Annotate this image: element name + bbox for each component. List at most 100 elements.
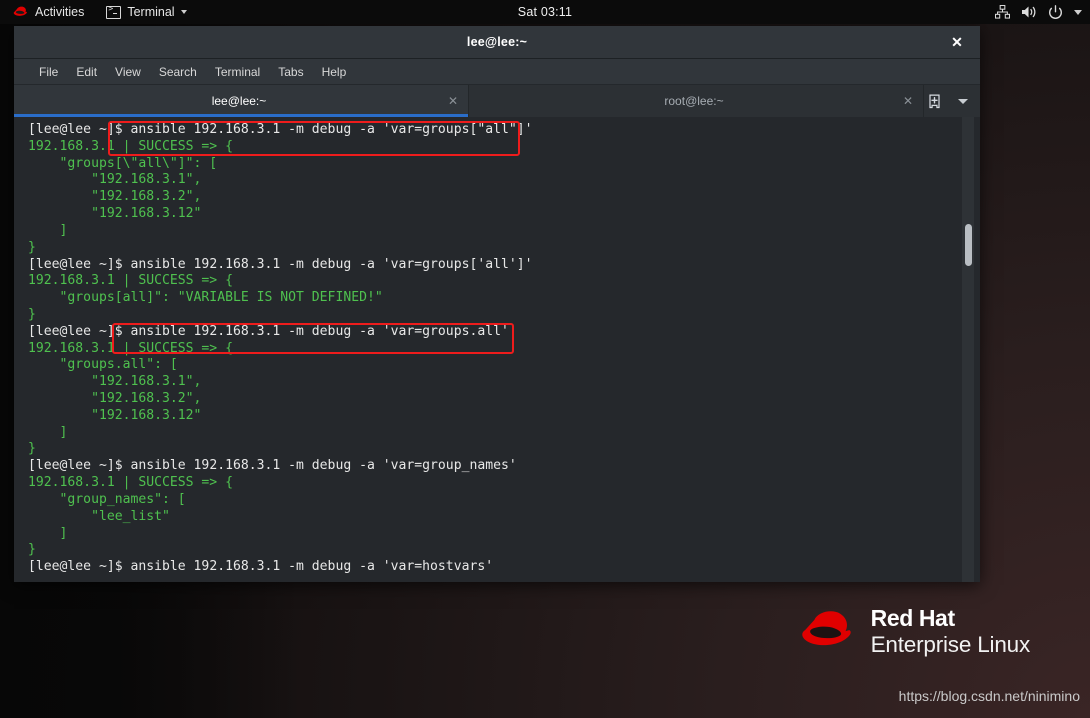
- menu-view[interactable]: View: [106, 62, 150, 82]
- shell-prompt: [lee@lee ~]$: [28, 323, 131, 339]
- volume-icon: [1022, 6, 1036, 18]
- terminal-output-line: "groups[all]": "VARIABLE IS NOT DEFINED!…: [28, 290, 956, 307]
- output-text: }: [28, 306, 36, 322]
- terminal-command-line: [lee@lee ~]$ ansible 192.168.3.1 -m debu…: [28, 458, 956, 475]
- power-icon: [1049, 4, 1062, 19]
- tab-tools: [924, 85, 980, 117]
- chevron-down-icon[interactable]: [958, 98, 968, 104]
- tab-close-icon[interactable]: ✕: [442, 94, 464, 108]
- output-text: "192.168.3.2",: [28, 391, 202, 406]
- app-menu-label: Terminal: [127, 5, 175, 19]
- terminal-window: lee@lee:~ ✕ File Edit View Search Termin…: [14, 26, 980, 582]
- menu-bar: File Edit View Search Terminal Tabs Help: [14, 59, 980, 85]
- terminal-command-line: [lee@lee ~]$ ansible 192.168.3.1 -m debu…: [28, 324, 956, 341]
- window-title: lee@lee:~: [466, 35, 528, 49]
- output-text: ]: [28, 525, 68, 541]
- terminal-output-line: }: [28, 307, 956, 324]
- redhat-logo-icon: [801, 611, 851, 645]
- system-tray[interactable]: [995, 0, 1082, 24]
- terminal-output-line: 192.168.3.1 | SUCCESS => {: [28, 273, 956, 290]
- brand-line-2: Enterprise Linux: [870, 632, 1031, 657]
- terminal-output-line: ]: [28, 425, 956, 442]
- clock[interactable]: Sat 03:11: [485, 5, 605, 19]
- close-icon[interactable]: ✕: [944, 26, 970, 58]
- shell-prompt: [lee@lee ~]$: [28, 122, 131, 137]
- terminal-output-line: 192.168.3.1 | SUCCESS => {: [28, 341, 956, 358]
- terminal-output-line: "192.168.3.1",: [28, 374, 956, 391]
- tab-label: lee@lee:~: [211, 94, 267, 108]
- output-text: }: [28, 239, 36, 255]
- output-text: 192.168.3.1 | SUCCESS => {: [28, 340, 233, 356]
- app-menu-terminal[interactable]: Terminal: [102, 3, 190, 21]
- menu-help[interactable]: Help: [313, 62, 356, 82]
- menu-terminal[interactable]: Terminal: [206, 62, 269, 82]
- activities-button[interactable]: Activities: [9, 3, 88, 21]
- terminal-output-line: ]: [28, 526, 956, 543]
- output-text: "192.168.3.1",: [28, 172, 202, 188]
- tab-root[interactable]: root@lee:~ ✕: [469, 85, 924, 117]
- shell-command: ansible 192.168.3.1 -m debug -a 'var=gro…: [130, 323, 509, 339]
- gnome-top-bar: Activities Terminal Sat 03:11: [0, 0, 1090, 24]
- output-text: }: [28, 441, 36, 457]
- terminal-output-line: }: [28, 441, 956, 458]
- terminal-output-area[interactable]: [lee@lee ~]$ ansible 192.168.3.1 -m debu…: [14, 117, 980, 582]
- output-text: "192.168.3.1",: [28, 374, 202, 390]
- output-text: "192.168.3.12": [28, 206, 202, 222]
- menu-edit[interactable]: Edit: [67, 62, 106, 82]
- terminal-output-line: }: [28, 240, 956, 257]
- output-text: "groups[\"all\"]": [: [28, 155, 218, 171]
- terminal-output-line: "192.168.3.12": [28, 408, 956, 425]
- output-text: "groups.all": [: [28, 357, 178, 373]
- terminal-command-line: [lee@lee ~]$ ansible 192.168.3.1 -m debu…: [28, 122, 956, 139]
- chevron-down-icon: [180, 10, 187, 14]
- tab-bar: lee@lee:~ ✕ root@lee:~ ✕: [14, 85, 980, 117]
- terminal-command-line: [lee@lee ~]$ ansible 192.168.3.1 -m debu…: [28, 257, 956, 274]
- terminal-text: [lee@lee ~]$ ansible 192.168.3.1 -m debu…: [28, 122, 956, 576]
- shell-command: ansible 192.168.3.1 -m debug -a 'var=gro…: [130, 256, 533, 272]
- tab-close-icon[interactable]: ✕: [897, 94, 919, 108]
- terminal-output-line: 192.168.3.1 | SUCCESS => {: [28, 139, 956, 156]
- tab-label: root@lee:~: [664, 94, 724, 108]
- terminal-output-line: "192.168.3.2",: [28, 391, 956, 408]
- output-text: ]: [28, 424, 68, 440]
- terminal-output-line: "192.168.3.12": [28, 206, 956, 223]
- output-text: 192.168.3.1 | SUCCESS => {: [28, 475, 233, 491]
- tab-lee[interactable]: lee@lee:~ ✕: [14, 85, 469, 117]
- terminal-output-line: "group_names": [: [28, 492, 956, 509]
- terminal-output-line: "lee_list": [28, 509, 956, 526]
- menu-file[interactable]: File: [30, 62, 67, 82]
- activities-label: Activities: [35, 5, 85, 19]
- output-text: ]: [28, 222, 68, 238]
- shell-command: ansible 192.168.3.1 -m debug -a 'var=gro…: [130, 122, 533, 137]
- shell-prompt: [lee@lee ~]$: [28, 458, 131, 474]
- terminal-output-line: "groups.all": [: [28, 357, 956, 374]
- terminal-output-line: 192.168.3.1 | SUCCESS => {: [28, 475, 956, 492]
- scrollbar-thumb[interactable]: [964, 224, 972, 266]
- output-text: "lee_list": [28, 508, 170, 524]
- output-text: "192.168.3.2",: [28, 189, 202, 205]
- output-text: 192.168.3.1 | SUCCESS => {: [28, 138, 233, 154]
- terminal-output-line: "192.168.3.2",: [28, 189, 956, 206]
- chevron-down-icon[interactable]: [1074, 9, 1082, 15]
- output-text: "groups[all]": "VARIABLE IS NOT DEFINED!…: [28, 290, 383, 306]
- menu-tabs[interactable]: Tabs: [269, 62, 312, 82]
- watermark-url: https://blog.csdn.net/ninimino: [898, 688, 1080, 704]
- shell-prompt: [lee@lee ~]$: [28, 256, 131, 272]
- redhat-logo-icon: [13, 6, 27, 16]
- terminal-icon: [106, 4, 122, 19]
- terminal-output-line: "192.168.3.1",: [28, 172, 956, 189]
- menu-search[interactable]: Search: [150, 62, 206, 82]
- brand-line-1: Red Hat: [870, 605, 956, 631]
- terminal-scrollbar[interactable]: [962, 117, 974, 582]
- terminal-output-line: }: [28, 542, 956, 559]
- shell-command: ansible 192.168.3.1 -m debug -a 'var=gro…: [130, 458, 517, 474]
- new-tab-icon[interactable]: [927, 94, 942, 109]
- terminal-output-line: ]: [28, 223, 956, 240]
- network-icon: [995, 5, 1010, 19]
- window-titlebar[interactable]: lee@lee:~ ✕: [14, 26, 980, 59]
- shell-command: ansible 192.168.3.1 -m debug -a 'var=hos…: [130, 559, 494, 575]
- terminal-output-line: "groups[\"all\"]": [: [28, 156, 956, 173]
- shell-prompt: [lee@lee ~]$: [28, 559, 131, 575]
- output-text: "group_names": [: [28, 491, 186, 507]
- terminal-command-line: [lee@lee ~]$ ansible 192.168.3.1 -m debu…: [28, 559, 956, 576]
